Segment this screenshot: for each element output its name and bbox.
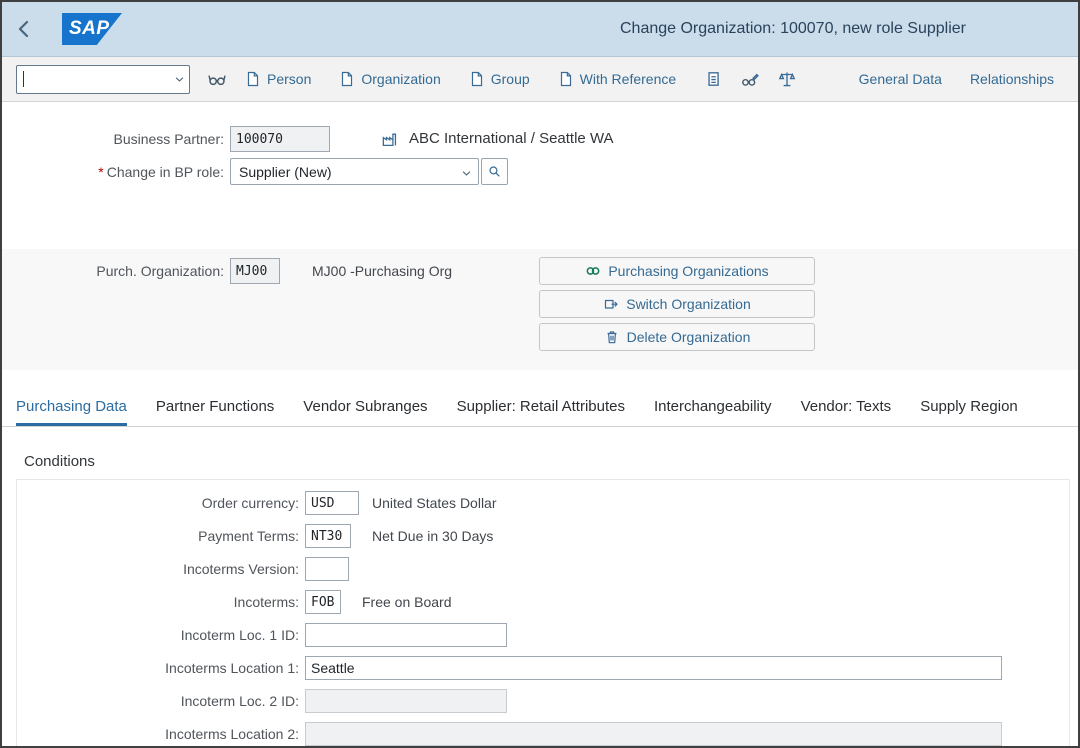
bp-role-select[interactable]: Supplier (New) bbox=[230, 158, 479, 185]
chevron-down-icon bbox=[460, 167, 473, 180]
field-row-incoterms-location2: Incoterms Location 2: bbox=[2, 722, 1078, 746]
purch-org-label: Purch. Organization: bbox=[96, 263, 224, 279]
new-person-icon bbox=[247, 71, 259, 87]
business-partner-description: ABC International / Seattle WA bbox=[409, 130, 614, 147]
copy-button[interactable] bbox=[702, 68, 724, 90]
create-organization-button[interactable]: Organization bbox=[337, 67, 442, 91]
incoterms-location1-label: Incoterms Location 1: bbox=[165, 660, 299, 676]
bp-role-label: * Change in BP role: bbox=[2, 159, 224, 185]
sap-window: SAP Change Organization: 100070, new rol… bbox=[0, 0, 1080, 748]
order-currency-description: United States Dollar bbox=[372, 495, 497, 511]
delete-organization-button[interactable]: Delete Organization bbox=[539, 323, 815, 351]
business-partner-label: Business Partner: bbox=[113, 131, 225, 147]
bp-role-search-button[interactable] bbox=[481, 158, 508, 185]
switch-organization-button[interactable]: Switch Organization bbox=[539, 290, 815, 318]
purchasing-organizations-button[interactable]: Purchasing Organizations bbox=[539, 257, 815, 285]
tab-supplier-retail-attributes[interactable]: Supplier: Retail Attributes bbox=[457, 388, 625, 426]
incoterms-location2-label: Incoterms Location 2: bbox=[165, 726, 299, 742]
general-data-button[interactable]: General Data bbox=[857, 67, 944, 91]
glasses-icon bbox=[208, 74, 226, 86]
field-row-incoterms-version: Incoterms Version: bbox=[2, 557, 1078, 581]
purch-org-input bbox=[230, 258, 280, 284]
search-icon bbox=[489, 166, 500, 177]
field-row-incoterm-loc1-id: Incoterm Loc. 1 ID: bbox=[2, 623, 1078, 647]
field-row-incoterms: Incoterms: Free on Board bbox=[2, 590, 1078, 614]
bp-role-label-text: Change in BP role: bbox=[106, 164, 224, 180]
command-input[interactable] bbox=[18, 66, 171, 92]
create-with-reference-label: With Reference bbox=[579, 71, 677, 87]
incoterms-input[interactable] bbox=[305, 590, 341, 614]
application-toolbar: Person Organization Group With Reference… bbox=[2, 57, 1078, 102]
incoterms-location1-input[interactable] bbox=[305, 656, 1002, 680]
back-button[interactable] bbox=[2, 2, 48, 56]
company-icon bbox=[381, 131, 398, 148]
new-organization-icon bbox=[342, 71, 353, 87]
field-row-order-currency: Order currency: United States Dollar bbox=[2, 491, 1078, 515]
tab-partner-functions[interactable]: Partner Functions bbox=[156, 388, 274, 426]
incoterm-loc1-id-input[interactable] bbox=[305, 623, 507, 647]
back-chevron-icon bbox=[18, 20, 29, 38]
create-group-button[interactable]: Group bbox=[467, 67, 532, 91]
command-field[interactable] bbox=[16, 64, 190, 94]
tab-strip: Purchasing Data Partner Functions Vendor… bbox=[2, 388, 1078, 427]
validity-button[interactable] bbox=[776, 68, 798, 90]
incoterms-location2-input bbox=[305, 722, 1002, 746]
order-currency-input[interactable] bbox=[305, 491, 359, 515]
field-row-payment-terms: Payment Terms: Net Due in 30 Days bbox=[2, 524, 1078, 548]
create-with-reference-button[interactable]: With Reference bbox=[556, 67, 678, 91]
incoterms-description: Free on Board bbox=[362, 594, 452, 610]
switch-organization-icon bbox=[605, 299, 618, 309]
tab-interchangeability[interactable]: Interchangeability bbox=[654, 388, 772, 426]
new-group-icon bbox=[471, 71, 482, 87]
tab-vendor-subranges[interactable]: Vendor Subranges bbox=[303, 388, 427, 426]
clipboard-icon bbox=[708, 72, 719, 86]
scales-icon bbox=[779, 71, 796, 87]
incoterm-loc2-id-label: Incoterm Loc. 2 ID: bbox=[180, 693, 299, 709]
payment-terms-input[interactable] bbox=[305, 524, 351, 548]
payment-terms-description: Net Due in 30 Days bbox=[372, 528, 494, 544]
with-reference-icon bbox=[560, 71, 571, 87]
field-row-incoterm-loc2-id: Incoterm Loc. 2 ID: bbox=[2, 689, 1078, 713]
create-person-button[interactable]: Person bbox=[243, 67, 313, 91]
required-indicator: * bbox=[98, 164, 104, 180]
incoterms-version-label: Incoterms Version: bbox=[183, 561, 299, 577]
display-change-button[interactable] bbox=[739, 68, 761, 90]
sap-logo: SAP bbox=[62, 13, 122, 45]
display-change-icon bbox=[742, 73, 759, 86]
purchasing-organizations-label: Purchasing Organizations bbox=[608, 263, 769, 279]
tab-purchasing-data[interactable]: Purchasing Data bbox=[16, 388, 127, 426]
business-partner-input bbox=[230, 126, 330, 152]
purchasing-organizations-icon bbox=[586, 267, 600, 275]
tab-vendor-texts[interactable]: Vendor: Texts bbox=[801, 388, 892, 426]
tab-supply-region[interactable]: Supply Region bbox=[920, 388, 1018, 426]
locator-button[interactable] bbox=[206, 68, 228, 90]
page-title: Change Organization: 100070, new role Su… bbox=[619, 20, 966, 37]
create-organization-label: Organization bbox=[361, 71, 441, 87]
payment-terms-label: Payment Terms: bbox=[198, 528, 299, 544]
titlebar: SAP Change Organization: 100070, new rol… bbox=[2, 2, 1078, 57]
incoterm-loc2-id-input bbox=[305, 689, 507, 713]
chevron-down-icon[interactable] bbox=[173, 73, 186, 86]
delete-icon bbox=[606, 331, 617, 344]
delete-organization-label: Delete Organization bbox=[626, 329, 751, 345]
incoterms-version-input[interactable] bbox=[305, 557, 349, 581]
order-currency-label: Order currency: bbox=[201, 495, 299, 511]
incoterms-label: Incoterms: bbox=[233, 594, 299, 610]
sap-logo-text: SAP bbox=[69, 18, 110, 39]
field-row-incoterms-location1: Incoterms Location 1: bbox=[2, 656, 1078, 680]
switch-organization-label: Switch Organization bbox=[626, 296, 751, 312]
create-group-label: Group bbox=[490, 71, 530, 87]
create-person-label: Person bbox=[267, 71, 312, 87]
conditions-group-title: Conditions bbox=[24, 453, 95, 470]
purch-org-description: MJ00 -Purchasing Org bbox=[312, 263, 453, 279]
relationships-button[interactable]: Relationships bbox=[968, 67, 1056, 91]
incoterm-loc1-id-label: Incoterm Loc. 1 ID: bbox=[180, 627, 299, 643]
bp-role-value: Supplier (New) bbox=[239, 163, 332, 180]
